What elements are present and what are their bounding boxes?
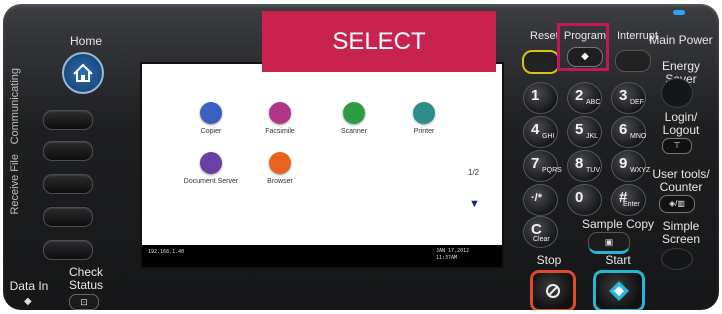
status-bar: 192.168.1.40 JAN 17,2012 11:37AM <box>142 245 502 267</box>
main-power-led <box>673 10 685 15</box>
printer-icon <box>413 102 435 124</box>
clear-key[interactable]: C Clear <box>523 216 558 248</box>
app-label: Facsimile <box>265 128 295 135</box>
stop-icon <box>546 284 560 298</box>
select-callout: SELECT <box>262 11 496 72</box>
app-copier[interactable]: Copier <box>176 102 246 136</box>
key-sub: PQRS <box>542 167 562 174</box>
reset-button[interactable] <box>522 50 560 74</box>
browser-icon <box>269 152 291 174</box>
key-main: 8 <box>575 155 584 172</box>
program-highlight-box <box>557 23 609 71</box>
key-sub: Clear <box>533 236 550 243</box>
key-main: 1 <box>531 87 540 104</box>
user-tools-button[interactable]: ◈/▥ <box>659 195 695 213</box>
key-9[interactable]: 9 WXYZ <box>611 150 650 182</box>
key-main: ·/* <box>531 192 542 204</box>
simple-screen-label: Simple Screen <box>661 219 701 246</box>
app-label: Printer <box>413 128 435 135</box>
ip-address: 192.168.1.40 <box>148 249 185 255</box>
user-tools-icon: ◈/▥ <box>669 199 685 208</box>
app-scanner[interactable]: Scanner <box>319 102 389 136</box>
copier-icon <box>200 102 222 124</box>
start-button[interactable] <box>593 270 645 310</box>
login-logout-label: Login/ Logout <box>662 110 700 137</box>
data-in-led-icon: ◆ <box>24 296 32 307</box>
home-icon <box>73 63 93 82</box>
home-label: Home <box>69 34 102 48</box>
key-main: 7 <box>531 155 540 172</box>
key-sub: JKL <box>586 133 599 140</box>
app-label: Scanner <box>340 128 368 135</box>
app-browser[interactable]: Browser <box>245 152 315 186</box>
login-icon: ⊤ <box>673 141 681 150</box>
key-1[interactable]: 1 <box>523 82 558 114</box>
key-sub: DEF <box>630 99 644 106</box>
key-4[interactable]: 4 GHI <box>523 116 558 148</box>
app-label: Browser <box>267 178 293 185</box>
start-label: Start <box>605 253 631 267</box>
data-in-label: Data In <box>9 279 49 293</box>
app-facsimile[interactable]: Facsimile <box>245 102 315 136</box>
key-main: 3 <box>619 87 628 104</box>
app-document-server[interactable]: Document Server <box>176 152 246 186</box>
check-status-button[interactable]: ⊡ <box>69 294 99 310</box>
app-label: Copier <box>200 128 222 135</box>
next-page-arrow-icon[interactable]: ▼ <box>469 198 480 210</box>
key-star[interactable]: ·/* <box>523 184 558 216</box>
home-button[interactable] <box>62 52 104 94</box>
document-server-icon <box>200 152 222 174</box>
main-power-label: Main Power <box>649 33 713 47</box>
key-main: 2 <box>575 87 584 104</box>
key-sub: ABC <box>586 99 601 106</box>
function-key-2[interactable] <box>43 141 93 161</box>
app-printer[interactable]: Printer <box>389 102 459 136</box>
key-5[interactable]: 5 JKL <box>567 116 602 148</box>
energy-saver-button[interactable] <box>661 78 693 108</box>
check-status-icon: ⊡ <box>80 297 88 307</box>
key-6[interactable]: 6 MNO <box>611 116 646 148</box>
stop-button[interactable] <box>530 270 576 310</box>
date: JAN 17,2012 <box>436 248 470 254</box>
key-3[interactable]: 3 DEF <box>611 82 646 114</box>
function-key-3[interactable] <box>43 174 93 194</box>
key-main: 4 <box>531 121 540 138</box>
login-logout-button[interactable]: ⊤ <box>662 138 692 154</box>
key-main: 5 <box>575 121 584 138</box>
key-main: 9 <box>619 155 628 172</box>
key-sub: Enter <box>623 201 640 208</box>
start-icon <box>609 281 629 301</box>
key-main: 6 <box>619 121 628 138</box>
user-tools-label: User tools/ Counter <box>652 167 710 194</box>
touch-screen[interactable]: Copier Facsimile Scanner Printer Documen… <box>140 62 504 269</box>
key-0[interactable]: 0 <box>567 184 602 216</box>
scanner-icon <box>343 102 365 124</box>
key-sub: TUV <box>586 167 600 174</box>
simple-screen-button[interactable] <box>661 248 693 270</box>
key-8[interactable]: 8 TUV <box>567 150 602 182</box>
receive-file-label: Receive File <box>9 154 21 215</box>
stop-label: Stop <box>536 253 562 267</box>
app-label: Document Server <box>183 178 239 185</box>
key-2[interactable]: 2 ABC <box>567 82 602 114</box>
key-sub: MNO <box>630 133 647 140</box>
function-key-1[interactable] <box>43 110 93 130</box>
fax-icon <box>269 102 291 124</box>
sample-copy-icon: ▣ <box>604 237 614 247</box>
function-key-5[interactable] <box>43 240 93 260</box>
function-key-4[interactable] <box>43 207 93 227</box>
page-indicator: 1/2 <box>468 168 480 177</box>
key-sub: GHI <box>542 133 555 140</box>
sample-copy-button[interactable]: ▣ <box>588 232 630 254</box>
check-status-label: Check Status <box>68 265 104 292</box>
time: 11:37AM <box>436 255 458 261</box>
key-7[interactable]: 7 PQRS <box>523 150 562 182</box>
key-enter[interactable]: # Enter <box>611 184 646 216</box>
communicating-label: Communicating <box>9 68 21 145</box>
key-main: 0 <box>575 189 584 206</box>
